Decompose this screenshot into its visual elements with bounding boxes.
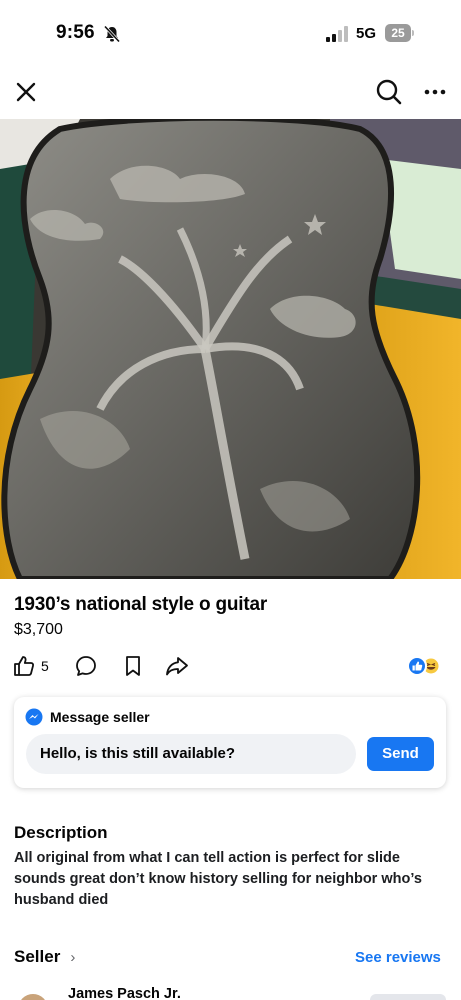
share-button[interactable] (164, 652, 190, 680)
seller-action-button[interactable] (370, 994, 446, 1000)
message-seller-card: Message seller Send (14, 697, 446, 788)
seller-heading: Seller (14, 947, 61, 966)
comment-icon (76, 656, 96, 676)
share-icon (166, 657, 188, 676)
top-nav (0, 68, 461, 116)
bookmark-icon (126, 656, 140, 676)
seller-section-link[interactable]: Seller › (14, 947, 75, 967)
close-icon[interactable] (12, 78, 40, 106)
bell-off-icon (103, 25, 121, 43)
description-heading: Description (14, 823, 108, 842)
description-body: All original from what I can tell action… (14, 850, 422, 908)
like-button[interactable]: 5 (12, 652, 49, 680)
reactions-icon[interactable] (406, 655, 442, 677)
chevron-right-icon: › (70, 948, 76, 966)
message-seller-header: Message seller (25, 708, 150, 726)
like-count: 5 (41, 658, 49, 674)
messenger-icon (25, 708, 43, 726)
message-seller-label: Message seller (50, 709, 150, 725)
battery-level: 25 (385, 24, 411, 42)
message-input[interactable] (26, 734, 356, 774)
seller-avatar[interactable] (18, 994, 48, 1000)
guitar-photo-image (0, 119, 461, 579)
signal-icon (326, 26, 348, 42)
send-button[interactable]: Send (367, 737, 434, 771)
status-time: 9:56 (56, 22, 95, 43)
save-button[interactable] (122, 652, 144, 680)
listing-photo[interactable] (0, 119, 461, 579)
more-icon[interactable] (420, 80, 450, 104)
listing-title: 1930’s national style o guitar (14, 594, 268, 615)
battery-tip (412, 30, 414, 36)
thumbs-up-icon (14, 656, 35, 676)
see-reviews-link[interactable]: See reviews (355, 949, 441, 966)
battery-icon: 25 (385, 24, 415, 42)
status-bar: 9:56 5G 25 (0, 0, 461, 62)
network-label: 5G (356, 25, 377, 42)
seller-name[interactable]: James Pasch Jr. (68, 986, 181, 1000)
comment-button[interactable] (74, 652, 98, 680)
action-row: 5 (12, 652, 452, 680)
listing-price: $3,700 (14, 621, 63, 638)
search-icon[interactable] (374, 77, 404, 107)
